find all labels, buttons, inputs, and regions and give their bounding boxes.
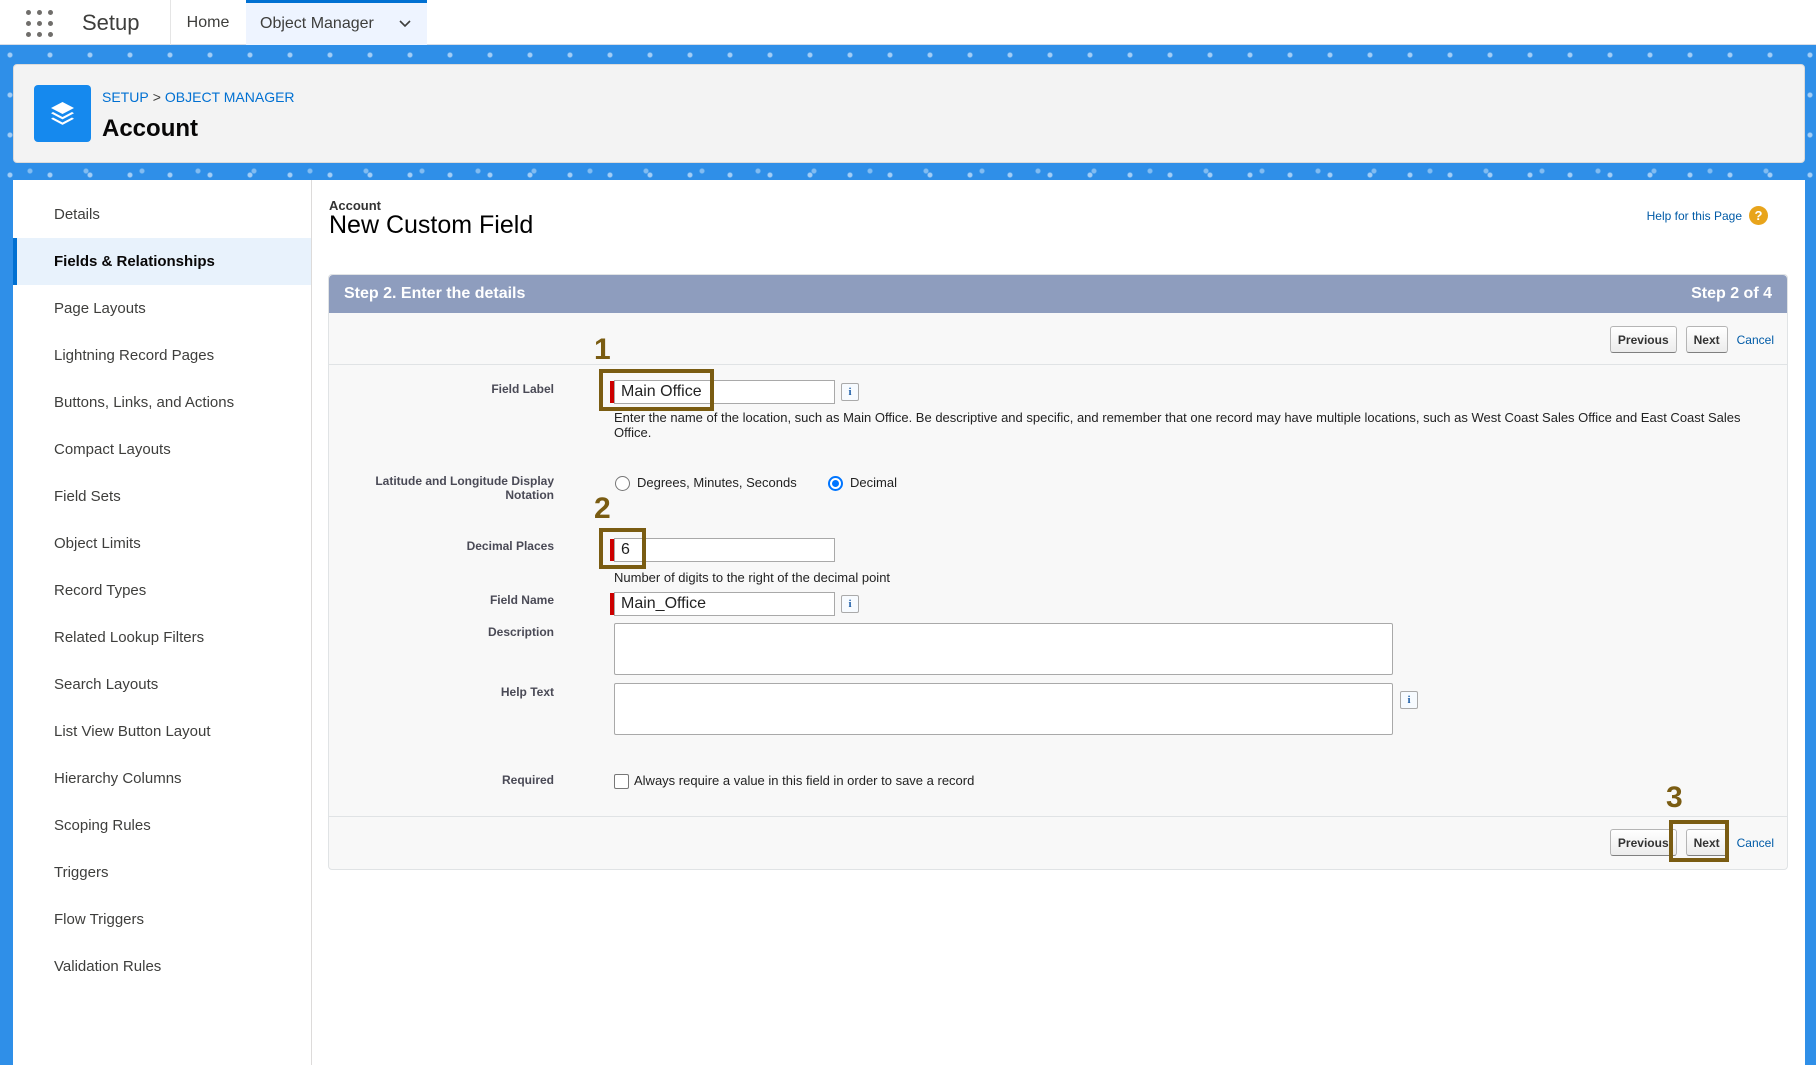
- sidebar-item-record-types[interactable]: Record Types: [13, 567, 311, 614]
- sidebar-item-related-lookup-filters[interactable]: Related Lookup Filters: [13, 614, 311, 661]
- sidebar-item-object-limits[interactable]: Object Limits: [13, 520, 311, 567]
- annotation-number-1: 1: [594, 333, 611, 366]
- annotation-box-2: [599, 528, 646, 569]
- page-title: Account: [102, 115, 198, 142]
- global-header: Setup Home Object Manager: [0, 0, 1816, 45]
- decimal-places-label: Decimal Places: [466, 539, 554, 553]
- content-area: Account New Custom Field Help for this P…: [312, 180, 1805, 1065]
- sidebar-item-validation-rules[interactable]: Validation Rules: [13, 943, 311, 990]
- layers-icon: [34, 85, 91, 142]
- field-label-label: Field Label: [491, 382, 554, 396]
- radio-decimal-label: Decimal: [850, 475, 897, 490]
- radio-degrees-label: Degrees, Minutes, Seconds: [637, 475, 797, 490]
- help-text-textarea[interactable]: [614, 683, 1393, 735]
- annotation-box-3: [1669, 820, 1729, 862]
- help-icon[interactable]: ?: [1749, 206, 1768, 225]
- info-icon[interactable]: i: [841, 383, 859, 401]
- step-title: Step 2. Enter the details: [344, 285, 526, 302]
- chevron-down-icon[interactable]: [397, 15, 413, 31]
- object-header: SETUP > OBJECT MANAGER Account: [13, 64, 1805, 163]
- field-label-hint: Enter the name of the location, such as …: [614, 410, 1741, 440]
- divider-top: [329, 364, 1787, 365]
- sidebar-item-compact-layouts[interactable]: Compact Layouts: [13, 426, 311, 473]
- radio-decimal[interactable]: [828, 476, 843, 491]
- field-name-input[interactable]: Main_Office: [614, 592, 835, 616]
- cancel-link-top[interactable]: Cancel: [1737, 333, 1774, 347]
- sidebar: Details Fields & Relationships Page Layo…: [13, 180, 312, 1065]
- sidebar-item-buttons-links-actions[interactable]: Buttons, Links, and Actions: [13, 379, 311, 426]
- sidebar-item-page-layouts[interactable]: Page Layouts: [13, 285, 311, 332]
- sidebar-item-lightning-record-pages[interactable]: Lightning Record Pages: [13, 332, 311, 379]
- required-checkbox[interactable]: [614, 774, 629, 789]
- app-launcher-icon[interactable]: [26, 10, 54, 38]
- sidebar-item-fields-relationships[interactable]: Fields & Relationships: [13, 238, 311, 285]
- breadcrumb: SETUP > OBJECT MANAGER: [102, 89, 295, 105]
- step-count: Step 2 of 4: [1691, 285, 1772, 302]
- next-button-top[interactable]: Next: [1685, 326, 1728, 353]
- breadcrumb-separator: >: [152, 89, 161, 105]
- previous-button-top[interactable]: Previous: [1609, 326, 1677, 353]
- description-textarea[interactable]: [614, 623, 1393, 675]
- sidebar-item-scoping-rules[interactable]: Scoping Rules: [13, 802, 311, 849]
- annotation-number-3: 3: [1666, 781, 1683, 814]
- decimal-places-input[interactable]: 6: [614, 538, 835, 562]
- breadcrumb-setup[interactable]: SETUP: [102, 89, 149, 105]
- required-checkbox-label: Always require a value in this field in …: [634, 773, 975, 788]
- help-text-label: Help Text: [500, 685, 554, 699]
- form-title: New Custom Field: [329, 211, 534, 239]
- annotation-number-2: 2: [594, 492, 611, 525]
- top-button-row: Previous Next Cancel: [1609, 326, 1774, 353]
- sidebar-item-list-view-button-layout[interactable]: List View Button Layout: [13, 708, 311, 755]
- app-name: Setup: [82, 10, 140, 35]
- breadcrumb-object-manager[interactable]: OBJECT MANAGER: [165, 89, 295, 105]
- notation-label: Latitude and Longitude Display Notation: [375, 474, 554, 502]
- step-panel: Step 2. Enter the details Step 2 of 4 Pr…: [328, 274, 1788, 870]
- sidebar-item-hierarchy-columns[interactable]: Hierarchy Columns: [13, 755, 311, 802]
- tab-home[interactable]: Home: [170, 0, 246, 45]
- sidebar-item-search-layouts[interactable]: Search Layouts: [13, 661, 311, 708]
- cancel-link-bottom[interactable]: Cancel: [1737, 836, 1774, 850]
- sidebar-item-triggers[interactable]: Triggers: [13, 849, 311, 896]
- help-link[interactable]: Help for this Page ?: [1647, 206, 1768, 225]
- step-header: Step 2. Enter the details Step 2 of 4: [329, 275, 1787, 313]
- radio-degrees[interactable]: [615, 476, 630, 491]
- main-panel: Details Fields & Relationships Page Layo…: [13, 180, 1805, 1065]
- sidebar-item-flow-triggers[interactable]: Flow Triggers: [13, 896, 311, 943]
- tab-object-manager[interactable]: Object Manager: [246, 0, 427, 45]
- field-name-label: Field Name: [489, 593, 554, 607]
- annotation-box-1: [599, 369, 714, 411]
- sidebar-item-details[interactable]: Details: [13, 191, 311, 238]
- description-label: Description: [487, 625, 554, 639]
- sidebar-item-field-sets[interactable]: Field Sets: [13, 473, 311, 520]
- required-label: Required: [501, 773, 554, 787]
- info-icon[interactable]: i: [841, 595, 859, 613]
- decimal-places-hint: Number of digits to the right of the dec…: [614, 570, 891, 585]
- previous-button-bottom[interactable]: Previous: [1609, 829, 1677, 856]
- help-link-label[interactable]: Help for this Page: [1647, 209, 1742, 223]
- divider-bottom: [329, 816, 1787, 817]
- tab-object-manager-label: Object Manager: [260, 15, 374, 32]
- info-icon[interactable]: i: [1400, 691, 1418, 709]
